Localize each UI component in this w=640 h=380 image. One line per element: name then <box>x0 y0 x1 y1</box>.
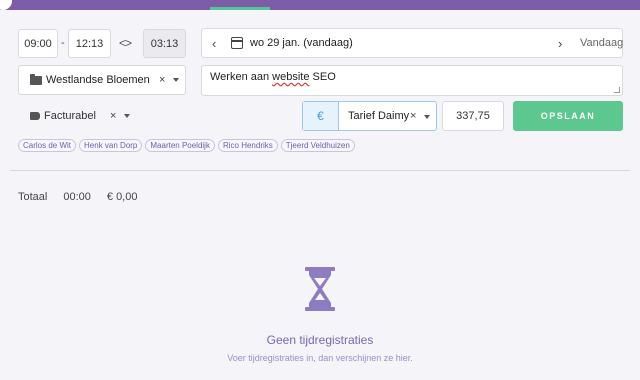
billable-label: Facturabel <box>44 110 96 122</box>
top-navigation-bar <box>0 0 640 10</box>
chevron-down-icon[interactable] <box>424 115 430 119</box>
euro-icon: € <box>303 102 339 130</box>
date-picker[interactable]: ‹ wo 29 jan. (vandaag) › Vandaag <box>201 28 623 58</box>
clear-billable-icon[interactable]: × <box>110 110 116 122</box>
empty-state-subtitle: Voer tijdregistraties in, dan verschijne… <box>227 353 413 363</box>
duration-field[interactable]: 03:13 <box>143 29 186 58</box>
active-tab-indicator <box>210 7 270 10</box>
spellcheck-word: website <box>272 71 310 83</box>
description-textarea[interactable]: Werken aan website SEO <box>201 65 623 96</box>
resize-handle-icon[interactable] <box>614 87 620 93</box>
save-button[interactable]: OPSLAAN <box>513 101 623 131</box>
billable-select[interactable]: Facturabel × <box>30 110 131 122</box>
calendar-icon <box>231 37 243 49</box>
totals-label: Totaal <box>18 191 48 203</box>
swap-times-icon[interactable]: <> <box>119 36 132 50</box>
folder-icon <box>30 74 42 85</box>
person-chip[interactable]: Henk van Dorp <box>79 139 143 152</box>
totals-row: Totaal 00:00 € 0,00 <box>18 191 153 203</box>
rate-name: Tarief Daimy <box>348 110 410 122</box>
rate-amount-input[interactable]: 337,75 <box>442 101 504 131</box>
chevron-down-icon[interactable] <box>124 114 131 118</box>
divider <box>10 170 630 171</box>
time-separator: - <box>61 37 65 49</box>
chevron-left-icon[interactable]: ‹ <box>212 36 216 51</box>
date-label: wo 29 jan. (vandaag) <box>250 37 353 49</box>
end-time-input[interactable]: 12:13 <box>68 29 111 58</box>
clear-project-icon[interactable]: × <box>159 74 165 86</box>
description-text: Werken aan website SEO <box>210 71 336 83</box>
person-chip-list: Carlos de Wit Henk van Dorp Maarten Poel… <box>18 139 355 152</box>
hourglass-icon <box>305 267 335 311</box>
rate-select[interactable]: € Tarief Daimy × <box>302 101 437 131</box>
chevron-right-icon[interactable]: › <box>558 36 562 51</box>
chevron-down-icon[interactable] <box>173 78 179 82</box>
person-chip[interactable]: Carlos de Wit <box>18 139 77 152</box>
person-chip[interactable]: Rico Hendriks <box>217 139 278 152</box>
start-time-input[interactable]: 09:00 <box>18 29 58 58</box>
tag-icon <box>30 112 40 120</box>
clear-rate-icon[interactable]: × <box>410 110 416 122</box>
person-chip[interactable]: Maarten Poeldijk <box>145 139 215 152</box>
empty-state-title: Geen tijdregistraties <box>266 333 374 347</box>
project-name: Westlandse Bloemen <box>46 74 150 86</box>
person-chip[interactable]: Tjeerd Veldhuizen <box>280 139 355 152</box>
app-logo[interactable] <box>0 0 12 10</box>
totals-time: 00:00 <box>63 191 91 203</box>
totals-amount: € 0,00 <box>106 191 138 203</box>
today-button[interactable]: Vandaag <box>580 37 623 49</box>
project-select[interactable]: Westlandse Bloemen × <box>18 65 186 95</box>
